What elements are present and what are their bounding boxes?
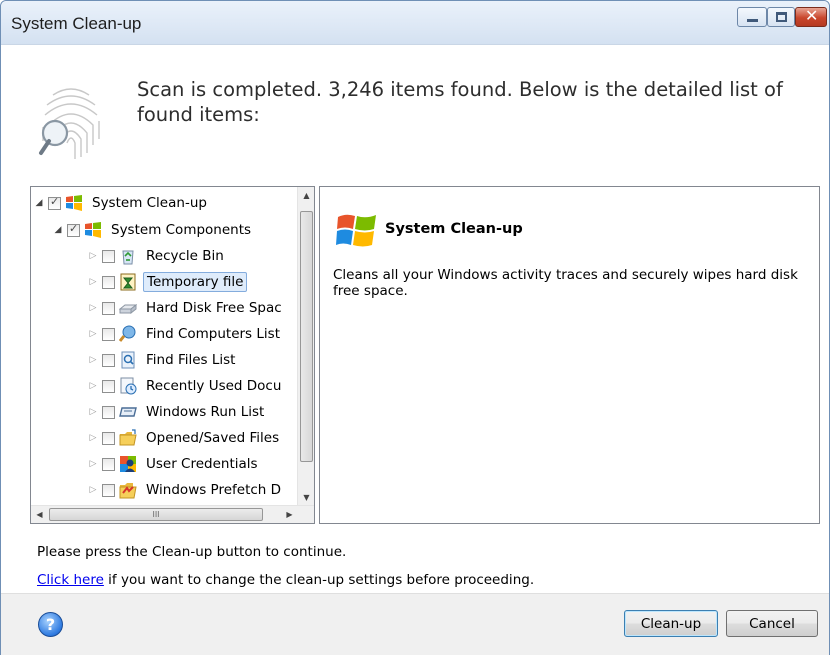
scroll-right-arrow-icon[interactable]: ▶ xyxy=(281,506,298,523)
item-checkbox[interactable] xyxy=(102,379,115,393)
expand-arrow-icon[interactable]: ▷ xyxy=(88,355,98,365)
tree-item-recycle-bin[interactable]: ▷ Recycle Bin xyxy=(88,245,227,267)
item-checkbox[interactable] xyxy=(102,353,115,367)
scroll-left-arrow-icon[interactable]: ◀ xyxy=(31,506,48,523)
expand-arrow-icon[interactable]: ▷ xyxy=(88,485,98,495)
expand-arrow-icon[interactable]: ▷ xyxy=(88,303,98,313)
windows-logo-icon xyxy=(85,222,101,238)
tree-item-label: System Clean-up xyxy=(92,195,207,211)
hard-disk-icon xyxy=(119,303,137,315)
collapse-arrow-icon[interactable]: ◢ xyxy=(34,198,44,208)
tree-item-label: Recently Used Docu xyxy=(146,378,282,394)
tree-item-label: System Components xyxy=(111,222,252,238)
prefetch-icon xyxy=(119,483,137,499)
tree-horizontal-scrollbar[interactable]: ◀ III ▶ xyxy=(31,505,314,523)
dialog-footer: ? Clean-up Cancel xyxy=(1,593,829,655)
group-checkbox[interactable] xyxy=(67,222,80,237)
close-icon: ✕ xyxy=(805,6,819,25)
cleanup-tree[interactable]: ◢ System Clean-up ◢ System Components ▷ … xyxy=(30,186,315,524)
help-icon[interactable]: ? xyxy=(38,612,63,637)
close-button[interactable]: ✕ xyxy=(795,6,827,27)
tree-item-recently-used-documents[interactable]: ▷ Recently Used Docu xyxy=(88,375,284,397)
minimize-button[interactable] xyxy=(737,7,767,27)
collapse-arrow-icon[interactable]: ◢ xyxy=(53,225,63,235)
scroll-down-arrow-icon[interactable]: ▼ xyxy=(298,489,314,506)
detail-title: System Clean-up xyxy=(385,221,523,237)
recent-documents-icon xyxy=(120,377,137,395)
minimize-icon xyxy=(747,19,758,22)
item-checkbox[interactable] xyxy=(102,405,115,419)
run-list-icon xyxy=(119,407,137,417)
expand-arrow-icon[interactable]: ▷ xyxy=(88,277,98,287)
item-checkbox[interactable] xyxy=(102,327,115,341)
cleanup-button[interactable]: Clean-up xyxy=(624,610,718,637)
tree-item-label: Recycle Bin xyxy=(146,248,224,264)
horizontal-scroll-thumb[interactable]: III xyxy=(49,508,263,521)
tree-item-hard-disk-free-space[interactable]: ▷ Hard Disk Free Spac xyxy=(88,297,285,319)
tree-item-label: Temporary file xyxy=(143,272,248,292)
item-checkbox[interactable] xyxy=(102,275,115,289)
fingerprint-magnifier-icon xyxy=(39,88,100,159)
recycle-bin-icon xyxy=(122,250,134,265)
tree-item-system-components[interactable]: ◢ System Components xyxy=(53,219,254,241)
maximize-button[interactable] xyxy=(767,7,795,27)
tree-item-windows-run-list[interactable]: ▷ Windows Run List xyxy=(88,401,267,423)
tree-item-temporary-file[interactable]: ▷ Temporary file xyxy=(88,271,248,293)
detail-panel: System Clean-up Cleans all your Windows … xyxy=(319,186,820,524)
click-here-link[interactable]: Click here xyxy=(37,572,104,588)
expand-arrow-icon[interactable]: ▷ xyxy=(88,329,98,339)
settings-hint: Click here if you want to change the cle… xyxy=(37,572,534,588)
tree-item-label: User Credentials xyxy=(146,456,258,472)
temporary-file-icon xyxy=(120,273,136,291)
tree-item-label: Windows Prefetch D xyxy=(146,482,282,498)
windows-logo-icon xyxy=(336,214,376,247)
item-checkbox[interactable] xyxy=(102,457,115,471)
user-credentials-icon xyxy=(120,456,136,472)
root-checkbox[interactable] xyxy=(48,195,61,210)
tree-item-label: Windows Run List xyxy=(146,404,265,420)
tree-item-label: Hard Disk Free Spac xyxy=(146,300,282,316)
tree-item-label: Opened/Saved Files xyxy=(146,430,280,446)
tree-vertical-scrollbar[interactable]: ▲ ▼ xyxy=(297,187,314,506)
expand-arrow-icon[interactable]: ▷ xyxy=(88,381,98,391)
item-checkbox[interactable] xyxy=(102,431,115,445)
tree-item-label: Find Files List xyxy=(146,352,236,368)
item-checkbox[interactable] xyxy=(102,483,115,497)
item-checkbox[interactable] xyxy=(102,301,115,315)
tree-item-label: Find Computers List xyxy=(146,326,280,342)
settings-hint-text: if you want to change the clean-up setti… xyxy=(103,572,535,588)
expand-arrow-icon[interactable]: ▷ xyxy=(88,459,98,469)
instruction-text: Please press the Clean-up button to cont… xyxy=(37,544,347,560)
maximize-icon xyxy=(776,12,787,22)
windows-logo-icon xyxy=(66,195,82,211)
system-cleanup-window: System Clean-up ✕ Scan is completed. 3,2… xyxy=(0,0,830,655)
scan-result-message: Scan is completed. 3,246 items found. Be… xyxy=(137,78,783,126)
cancel-button[interactable]: Cancel xyxy=(726,610,818,637)
tree-item-find-files-list[interactable]: ▷ Find Files List xyxy=(88,349,238,371)
window-title: System Clean-up xyxy=(11,14,142,33)
tree-item-opened-saved-files[interactable]: ▷ Opened/Saved Files xyxy=(88,427,282,449)
tree-item-find-computers-list[interactable]: ▷ Find Computers List xyxy=(88,323,283,345)
find-files-icon xyxy=(121,351,135,369)
scroll-up-arrow-icon[interactable]: ▲ xyxy=(298,187,314,204)
expand-arrow-icon[interactable]: ▷ xyxy=(88,433,98,443)
find-computers-icon xyxy=(119,325,136,342)
item-checkbox[interactable] xyxy=(102,249,115,263)
title-bar[interactable]: System Clean-up ✕ xyxy=(1,1,829,45)
expand-arrow-icon[interactable]: ▷ xyxy=(88,251,98,261)
vertical-scroll-thumb[interactable] xyxy=(300,211,313,462)
expand-arrow-icon[interactable]: ▷ xyxy=(88,407,98,417)
folder-icon xyxy=(119,429,137,446)
tree-item-windows-prefetch-data[interactable]: ▷ Windows Prefetch D xyxy=(88,479,284,501)
tree-item-user-credentials[interactable]: ▷ User Credentials xyxy=(88,453,261,475)
detail-description: Cleans all your Windows activity traces … xyxy=(333,267,798,299)
tree-item-root[interactable]: ◢ System Clean-up xyxy=(34,192,210,214)
